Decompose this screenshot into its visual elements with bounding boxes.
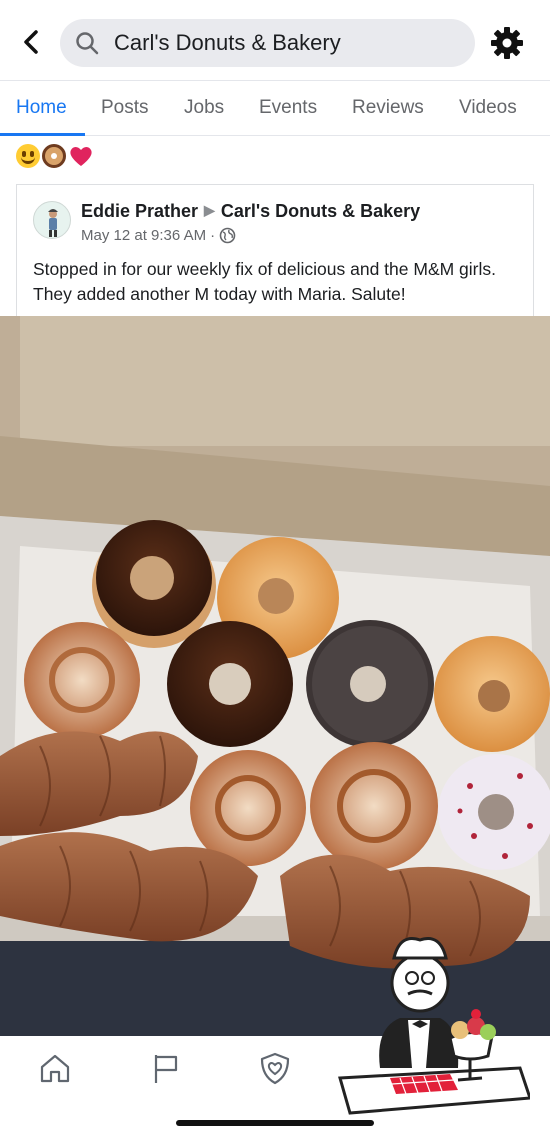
post-header: Eddie Prather ▶ Carl's Donuts & Bakery bbox=[81, 201, 420, 222]
globe-icon bbox=[219, 227, 236, 244]
post-meta: May 12 at 9:36 AM · bbox=[81, 227, 236, 244]
tab-events[interactable]: Events bbox=[259, 97, 317, 119]
chef-mascot-logo bbox=[338, 937, 530, 1115]
search-query[interactable]: Carl's Donuts & Bakery bbox=[114, 30, 341, 56]
tab-videos[interactable]: Videos bbox=[459, 97, 517, 119]
top-bar: Carl's Donuts & Bakery bbox=[0, 0, 550, 80]
gear-icon[interactable] bbox=[488, 24, 526, 62]
home-icon[interactable] bbox=[37, 1050, 73, 1086]
back-arrow-icon[interactable] bbox=[16, 26, 48, 58]
tab-home[interactable]: Home bbox=[16, 97, 67, 119]
page-tabs: Home Posts Jobs Events Reviews Videos bbox=[0, 80, 550, 136]
author-name[interactable]: Eddie Prather bbox=[81, 201, 198, 221]
tab-jobs[interactable]: Jobs bbox=[184, 97, 224, 119]
donut-emoji bbox=[42, 144, 66, 168]
avatar[interactable] bbox=[33, 201, 71, 239]
home-indicator bbox=[176, 1120, 374, 1126]
tab-posts[interactable]: Posts bbox=[101, 97, 149, 119]
post-text: Stopped in for our weekly fix of delicio… bbox=[33, 259, 496, 304]
meta-separator: · bbox=[210, 227, 216, 244]
smiley-emoji bbox=[16, 144, 40, 168]
search-icon bbox=[76, 32, 99, 55]
flag-icon[interactable] bbox=[148, 1050, 184, 1086]
active-tab-indicator bbox=[0, 133, 85, 136]
post-card: Eddie Prather ▶ Carl's Donuts & Bakery May… bbox=[16, 184, 534, 319]
caret-right-icon: ▶ bbox=[204, 202, 215, 218]
emoji-row bbox=[16, 144, 94, 168]
page-name[interactable]: Carl's Donuts & Bakery bbox=[221, 201, 420, 221]
search-bar[interactable]: Carl's Donuts & Bakery bbox=[60, 19, 475, 67]
heart-emoji bbox=[70, 147, 92, 166]
post-timestamp[interactable]: May 12 at 9:36 AM bbox=[81, 227, 206, 244]
tab-reviews[interactable]: Reviews bbox=[352, 97, 424, 119]
shield-heart-icon[interactable] bbox=[257, 1050, 293, 1086]
